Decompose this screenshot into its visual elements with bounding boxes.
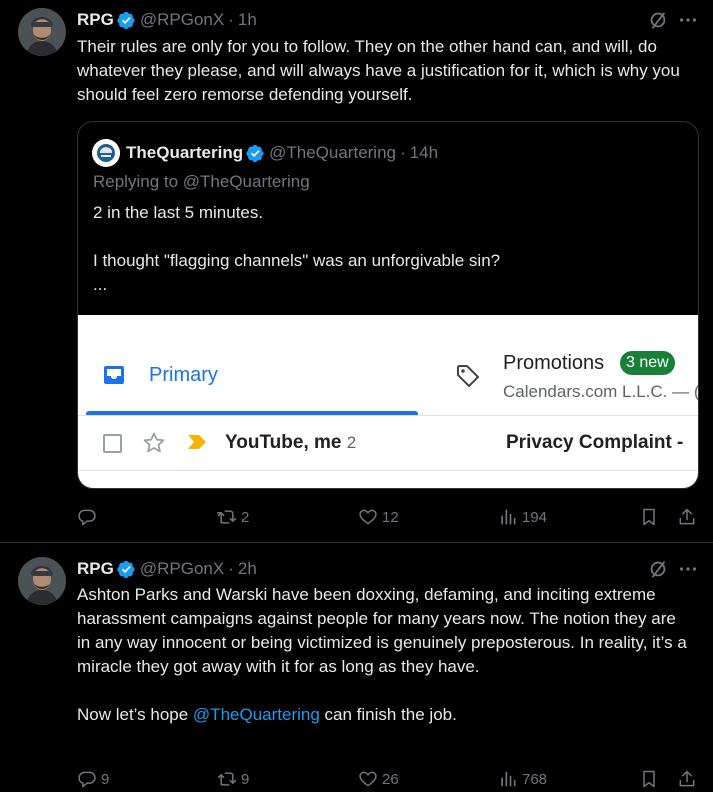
author-name[interactable]: RPG — [77, 559, 114, 579]
avatar[interactable] — [18, 557, 66, 605]
gmail-screenshot[interactable]: Primary Promotions 3 new Calendars.com L… — [78, 315, 699, 488]
quoted-line: ... — [93, 275, 108, 294]
quoted-avatar-logo — [92, 139, 120, 167]
tweet-time[interactable]: 1h — [238, 10, 257, 30]
quoted-header: TheQuartering @TheQuartering · 14h — [126, 142, 438, 164]
quoted-tweet[interactable]: TheQuartering @TheQuartering · 14h Reply… — [77, 121, 699, 489]
views-icon — [501, 771, 516, 787]
reply-button[interactable]: 9 — [77, 767, 109, 791]
retweet-button[interactable]: 2 — [217, 505, 249, 529]
tab-promotions: Promotions 3 new Calendars.com L.L.C. — … — [448, 335, 699, 415]
email-subject: Privacy Complaint - — [506, 432, 684, 453]
action-bar: 2 12 194 — [77, 505, 707, 529]
tweet[interactable]: RPG @RPGonX · 1h Their rules are only fo… — [0, 0, 713, 543]
like-count: 12 — [382, 508, 399, 526]
quoted-line: I thought "flagging channels" was an unf… — [93, 251, 501, 270]
tag-icon — [457, 365, 479, 387]
views-button[interactable]: 768 — [498, 767, 547, 791]
quoted-text: 2 in the last 5 minutes. I thought "flag… — [93, 201, 683, 297]
bookmark-button[interactable] — [639, 767, 659, 791]
tweet[interactable]: RPG @RPGonX · 2h Ashton Parks and Warski… — [0, 543, 713, 792]
retweet-count: 2 — [241, 508, 250, 526]
more-options-icon[interactable] — [677, 9, 699, 31]
like-count: 26 — [382, 770, 399, 788]
bookmark-icon — [643, 770, 655, 788]
text-fragment: can finish the job. — [319, 705, 457, 724]
tab-primary: Primary — [86, 335, 418, 415]
share-icon — [679, 508, 695, 525]
author-handle[interactable]: @RPGonX — [140, 10, 224, 30]
inbox-icon — [104, 366, 124, 384]
mention-link[interactable]: @TheQuartering — [193, 705, 320, 724]
star-icon — [143, 432, 165, 453]
grok-icon[interactable] — [647, 9, 669, 31]
tweet-text: Ashton Parks and Warski have been doxxin… — [77, 583, 692, 727]
important-marker-icon — [188, 435, 206, 449]
tweet-time[interactable]: 2h — [238, 559, 257, 579]
tweet-text: Their rules are only for you to follow. … — [77, 37, 680, 104]
verified-badge-icon[interactable] — [117, 560, 136, 579]
quoted-line: 2 in the last 5 minutes. — [93, 203, 264, 222]
views-icon — [501, 509, 516, 525]
quoted-handle[interactable]: @TheQuartering — [269, 143, 396, 163]
heart-icon — [359, 771, 377, 787]
sender-name: YouTube, me — [225, 432, 342, 453]
verified-badge-icon[interactable] — [117, 11, 136, 30]
primary-label: Primary — [149, 364, 218, 386]
verified-badge-icon[interactable] — [246, 144, 265, 163]
bookmark-button[interactable] — [639, 505, 659, 529]
retweet-icon — [217, 772, 237, 786]
retweet-count: 9 — [241, 770, 250, 788]
thread-count: 2 — [346, 433, 357, 452]
quoted-author-name[interactable]: TheQuartering — [126, 143, 243, 163]
new-count-badge: 3 new — [620, 351, 675, 375]
replying-to: Replying to @TheQuartering — [93, 172, 310, 191]
tweet-paragraph: Ashton Parks and Warski have been doxxin… — [77, 585, 687, 676]
separator-dot: · — [228, 10, 234, 29]
email-sender: YouTube, me 2 — [225, 432, 356, 454]
view-count: 768 — [522, 770, 548, 788]
reply-icon — [78, 509, 96, 526]
action-bar: 9 9 26 768 — [77, 767, 707, 791]
reply-icon — [78, 771, 96, 788]
email-row: YouTube, me 2 Privacy Complaint - — [78, 416, 698, 471]
tweet-header: RPG @RPGonX · 2h — [77, 558, 257, 580]
share-icon — [679, 770, 695, 787]
more-options-icon[interactable] — [677, 558, 699, 580]
share-button[interactable] — [677, 767, 697, 791]
bookmark-icon — [643, 508, 655, 526]
author-handle[interactable]: @RPGonX — [140, 559, 224, 579]
text-fragment: Now let’s hope — [77, 705, 193, 724]
author-name[interactable]: RPG — [77, 10, 114, 30]
retweet-button[interactable]: 9 — [217, 767, 249, 791]
reply-count: 9 — [101, 770, 110, 788]
divider — [78, 470, 698, 471]
view-count: 194 — [522, 508, 548, 526]
avatar[interactable] — [18, 8, 66, 56]
grok-icon[interactable] — [647, 558, 669, 580]
like-button[interactable]: 12 — [358, 505, 399, 529]
promotions-sender: Calendars.com L.L.C. — (e — [503, 382, 699, 401]
quoted-avatar[interactable] — [92, 139, 120, 167]
like-button[interactable]: 26 — [358, 767, 399, 791]
retweet-icon — [217, 510, 237, 524]
views-button[interactable]: 194 — [498, 505, 547, 529]
separator-dot: · — [228, 559, 234, 578]
promotions-label: Promotions — [503, 352, 605, 374]
tweet-header: RPG @RPGonX · 1h — [77, 9, 257, 31]
reply-button[interactable] — [77, 505, 101, 529]
share-button[interactable] — [677, 505, 697, 529]
separator-dot: · — [400, 143, 406, 162]
heart-icon — [359, 509, 377, 525]
avatar-image — [18, 8, 66, 56]
tweet-paragraph: Now let’s hope @TheQuartering can finish… — [77, 703, 692, 727]
checkbox-icon — [103, 434, 122, 453]
quoted-time[interactable]: 14h — [410, 143, 438, 163]
avatar-image — [18, 557, 66, 605]
